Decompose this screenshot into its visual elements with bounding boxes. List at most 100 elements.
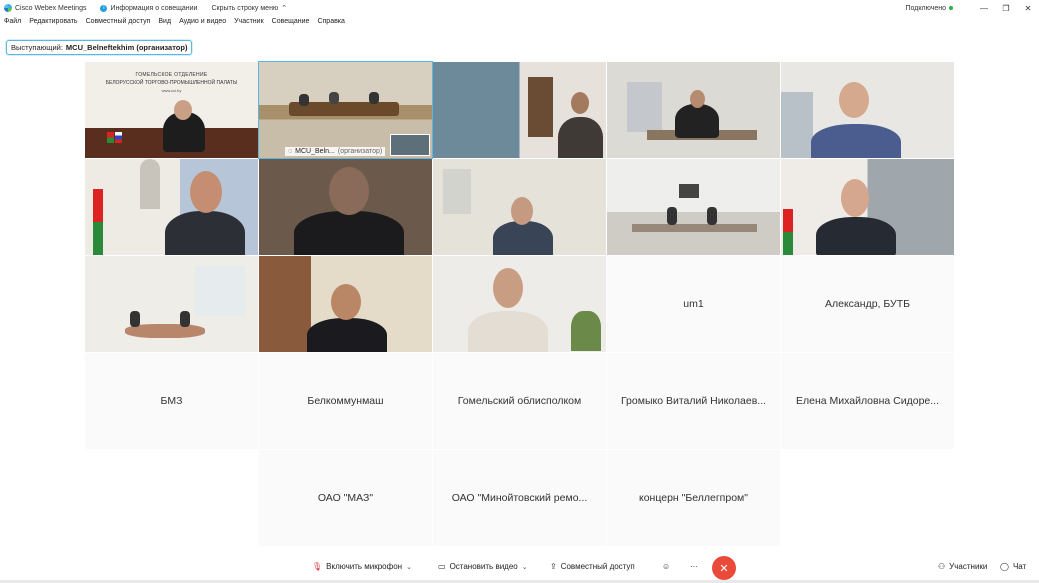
participant-tile-3[interactable]: БМЗ — [85, 353, 258, 449]
speaker-name: MCU_Belneftekhim (организатор) — [65, 43, 188, 52]
video-tile-participant-5[interactable] — [781, 62, 954, 158]
participant-tile-name: Александр, БУТБ — [825, 298, 910, 310]
meeting-info-button[interactable]: i Информация о совещании — [100, 4, 198, 12]
participant-tile-6[interactable]: Громыко Виталий Николаев... — [607, 353, 780, 449]
restore-button[interactable]: ❐ — [995, 4, 1017, 13]
video-tile-participant-12[interactable] — [259, 256, 432, 352]
webex-logo-icon — [4, 4, 12, 12]
participant-tile-7[interactable]: Елена Михайловна Сидоре... — [781, 353, 954, 449]
video-tile-participant-4[interactable] — [607, 62, 780, 158]
participants-button-label: Участники — [949, 562, 988, 571]
video-tile-mcu-belneftekhim[interactable]: ◌ MCU_Beln... (организатор) — [258, 61, 433, 159]
meeting-info-label: Информация о совещании — [110, 4, 198, 12]
participant-tile-name: ОАО "МАЗ" — [317, 492, 374, 504]
participant-tile-name: Белкоммунмаш — [307, 395, 384, 407]
participant-head — [329, 167, 369, 215]
info-icon: i — [100, 4, 108, 12]
participant-head — [690, 90, 705, 108]
participant-tile-4[interactable]: Белкоммунмаш — [259, 353, 432, 449]
participant-head — [493, 268, 523, 308]
active-tile-role: (организатор) — [337, 148, 383, 155]
self-view-thumbnail — [390, 134, 430, 156]
menu-help[interactable]: Справка — [317, 18, 344, 30]
tower-image — [140, 159, 160, 209]
participants-button[interactable]: ⚇ Участники — [938, 562, 987, 571]
participant-head — [841, 179, 869, 217]
participant-tile-name: Гомельский облисполком — [457, 395, 582, 407]
menu-share[interactable]: Совместный доступ — [86, 18, 151, 30]
participant-tile-name: um1 — [683, 298, 704, 310]
menu-edit[interactable]: Редактировать — [29, 18, 77, 30]
video-tile-participant-13[interactable] — [433, 256, 606, 352]
video-tile-participant-7[interactable] — [259, 159, 432, 255]
participant-head — [571, 92, 589, 114]
video-tile-gomel-chamber[interactable]: ГОМЕЛЬСКОЕ ОТДЕЛЕНИЕ БЕЛОРУССКОЙ ТОРГОВО… — [85, 62, 258, 158]
menu-participant[interactable]: Участник — [234, 18, 264, 30]
video-button[interactable]: ▭ Остановить видео ⌄ — [438, 562, 528, 571]
participant-head — [331, 284, 361, 320]
participant-tile-10[interactable]: концерн "Беллегпром" — [607, 450, 780, 546]
video-tile-participant-10[interactable] — [781, 159, 954, 255]
connection-status: Подключено — [906, 5, 953, 12]
share-button-label: Совместный доступ — [560, 562, 635, 571]
window — [195, 266, 245, 316]
leave-meeting-button[interactable]: ✕ — [712, 556, 736, 580]
participant-tile-2[interactable]: Александр, БУТБ — [781, 256, 954, 352]
participant-tile-name: Елена Михайловна Сидоре... — [795, 395, 940, 407]
participant-figure — [811, 124, 901, 158]
participant-tile-name: ОАО "Минойтовский ремо... — [451, 492, 588, 504]
minimize-button[interactable]: — — [973, 4, 995, 13]
participant-tile-1[interactable]: um1 — [607, 256, 780, 352]
wall-sign-line-3: www.cci.by — [161, 88, 182, 93]
active-tile-label: ◌ MCU_Beln... (организатор) — [285, 147, 386, 156]
video-button-label: Остановить видео — [449, 562, 518, 571]
menu-bar: Файл Редактировать Совместный доступ Вид… — [0, 18, 345, 30]
participant-tile-9[interactable]: ОАО "Минойтовский ремо... — [433, 450, 606, 546]
more-icon: ··· — [690, 562, 698, 571]
chat-button[interactable]: ◯ Чат — [1000, 562, 1026, 571]
participant-figure — [558, 117, 603, 158]
window — [627, 82, 662, 132]
participant-tile-5[interactable]: Гомельский облисполком — [433, 353, 606, 449]
app-title: Cisco Webex Meetings — [4, 4, 86, 12]
participant-figure — [180, 311, 190, 327]
participant-figure — [493, 221, 553, 255]
video-tile-participant-6[interactable] — [85, 159, 258, 255]
app-name: Cisco Webex Meetings — [15, 4, 87, 12]
flag-icon — [93, 189, 103, 255]
flag-icon — [783, 209, 793, 255]
share-button[interactable]: ⇪ Совместный доступ — [550, 562, 635, 571]
more-button[interactable]: ··· — [690, 562, 698, 571]
hide-menu-label: Скрыть строку меню — [211, 4, 279, 12]
participant-figure — [130, 311, 140, 327]
conference-table — [632, 224, 757, 232]
reactions-button[interactable]: ☺ — [662, 562, 670, 571]
cabinet — [781, 92, 813, 158]
chevron-down-icon[interactable]: ⌄ — [406, 563, 412, 571]
window — [443, 169, 471, 214]
menu-file[interactable]: Файл — [4, 18, 21, 30]
video-tile-participant-11[interactable] — [85, 256, 258, 352]
participant-figure — [816, 217, 896, 255]
participant-tile-name: Громыко Виталий Николаев... — [620, 395, 767, 407]
participant-head — [511, 197, 533, 225]
participant-tile-8[interactable]: ОАО "МАЗ" — [259, 450, 432, 546]
participant-figure — [675, 104, 719, 138]
speaker-prefix: Выступающий: — [11, 43, 63, 52]
menu-audio-video[interactable]: Аудио и видео — [179, 18, 226, 30]
menu-meeting[interactable]: Совещание — [272, 18, 310, 30]
connected-dot-icon — [949, 6, 953, 10]
flag-icon — [115, 132, 122, 143]
video-tile-participant-3[interactable] — [433, 62, 606, 158]
video-tile-participant-8[interactable] — [433, 159, 606, 255]
person-icon: ⚇ — [938, 562, 946, 571]
chevron-down-icon[interactable]: ⌄ — [522, 563, 528, 571]
plant-icon — [571, 311, 601, 351]
video-tile-participant-9[interactable] — [607, 159, 780, 255]
hide-menu-button[interactable]: Скрыть строку меню ⌃ — [211, 4, 287, 13]
chat-button-label: Чат — [1012, 562, 1027, 571]
participant-figure — [294, 211, 404, 255]
menu-view[interactable]: Вид — [158, 18, 171, 30]
mute-button[interactable]: 🎙 Включить микрофон ⌄ — [312, 562, 412, 571]
close-button[interactable]: ✕ — [1017, 4, 1039, 13]
